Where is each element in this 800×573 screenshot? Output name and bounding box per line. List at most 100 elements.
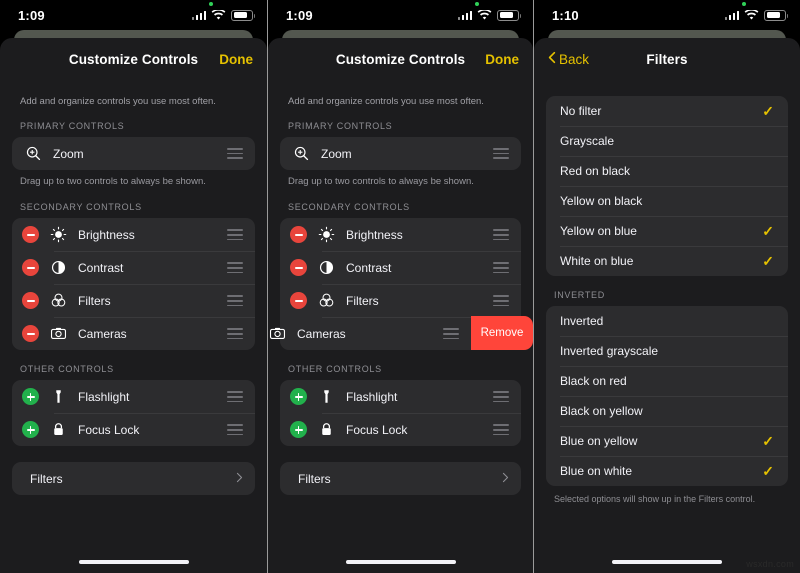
primary-hint-text: Drag up to two controls to always be sho… [288, 176, 474, 187]
control-row-contrast[interactable]: Contrast [12, 251, 255, 284]
filter-row-blue-on-white[interactable]: Blue on white ✓ [546, 456, 788, 486]
control-row-flashlight[interactable]: Flashlight [280, 380, 521, 413]
battery-icon [231, 9, 255, 21]
done-button[interactable]: Done [219, 52, 253, 67]
checkmark-icon: ✓ [762, 253, 774, 269]
add-button[interactable] [22, 388, 39, 406]
filter-label: No filter [560, 104, 602, 118]
home-indicator [612, 560, 722, 564]
swipe-remove-button[interactable]: Remove [471, 316, 533, 351]
drag-handle-icon[interactable] [227, 328, 243, 340]
primary-controls-card: Zoom [280, 137, 521, 170]
drag-handle-icon[interactable] [493, 424, 509, 436]
control-row-flashlight[interactable]: Flashlight [12, 380, 255, 413]
filters-link-row[interactable]: Filters [12, 462, 255, 495]
lock-icon [317, 420, 336, 439]
section-header-other: OTHER CONTROLS [288, 364, 382, 375]
back-button[interactable]: Back [548, 51, 589, 67]
control-label: Cameras [78, 326, 127, 341]
drag-handle-icon[interactable] [227, 391, 243, 403]
drag-handle-icon[interactable] [493, 262, 509, 274]
filter-row-grayscale[interactable]: Grayscale [546, 126, 788, 156]
drag-handle-icon[interactable] [493, 295, 509, 307]
add-button[interactable] [290, 388, 307, 406]
modal-sheet: Customize Controls Done Add and organize… [0, 38, 267, 573]
intro-text: Add and organize controls you use most o… [288, 96, 484, 107]
drag-handle-icon[interactable] [227, 229, 243, 241]
screenshot-stage: 1:09 Customize Controls Done Add and org… [0, 0, 800, 573]
control-label: Focus Lock [346, 422, 408, 437]
filters-link-row[interactable]: Filters [280, 462, 521, 495]
filter-label: Blue on white [560, 464, 633, 478]
control-row-filters[interactable]: Filters [280, 284, 521, 317]
drag-handle-icon[interactable] [493, 229, 509, 241]
control-label: Zoom [53, 146, 84, 161]
filters-caption: Selected options will show up in the Fil… [554, 494, 756, 504]
control-row-zoom[interactable]: Zoom [280, 137, 521, 170]
content-scroll[interactable]: Add and organize controls you use most o… [268, 80, 533, 573]
status-time: 1:09 [18, 7, 45, 23]
filter-row-no-filter[interactable]: No filter ✓ [546, 96, 788, 126]
control-label: Contrast [346, 260, 392, 275]
drag-handle-icon[interactable] [227, 262, 243, 274]
drag-handle-icon[interactable] [227, 424, 243, 436]
back-button-label: Back [559, 51, 590, 67]
drag-handle-icon[interactable] [493, 391, 509, 403]
control-row-filters[interactable]: Filters [12, 284, 255, 317]
control-row-contrast[interactable]: Contrast [280, 251, 521, 284]
filter-row-red-on-black[interactable]: Red on black [546, 156, 788, 186]
control-row-cameras[interactable]: Cameras [12, 317, 255, 350]
remove-button[interactable] [22, 259, 39, 277]
content-scroll[interactable]: No filter ✓ Grayscale Red on black Yello… [534, 80, 800, 573]
filter-row-inverted-grayscale[interactable]: Inverted grayscale [546, 336, 788, 366]
filter-row-white-on-blue[interactable]: White on blue ✓ [546, 246, 788, 276]
intro-text: Add and organize controls you use most o… [20, 96, 216, 107]
control-row-cameras-swiped[interactable]: Cameras Remove [269, 316, 533, 351]
drag-handle-icon[interactable] [227, 295, 243, 307]
primary-hint-text: Drag up to two controls to always be sho… [20, 176, 206, 187]
control-label: Zoom [321, 146, 352, 161]
watermark: wsxdn.com [746, 559, 794, 569]
drag-handle-icon[interactable] [493, 148, 509, 159]
filter-row-yellow-on-blue[interactable]: Yellow on blue ✓ [546, 216, 788, 246]
zoom-in-icon [292, 144, 311, 163]
drag-handle-icon[interactable] [443, 328, 459, 340]
control-row-focus-lock[interactable]: Focus Lock [12, 413, 255, 446]
control-row-zoom[interactable]: Zoom [12, 137, 255, 170]
filters-link-card: Filters [12, 462, 255, 496]
chevron-right-icon [502, 472, 509, 485]
control-row-brightness[interactable]: Brightness [280, 218, 521, 251]
add-button[interactable] [290, 421, 307, 439]
filter-row-black-on-red[interactable]: Black on red [546, 366, 788, 396]
filter-label: Black on red [560, 374, 627, 388]
wifi-icon [211, 9, 226, 21]
remove-button[interactable] [22, 325, 39, 343]
brightness-icon [49, 225, 68, 244]
filter-group-standard: No filter ✓ Grayscale Red on black Yello… [546, 96, 788, 276]
remove-button[interactable] [22, 226, 39, 244]
control-label: Focus Lock [78, 422, 140, 437]
section-header-other: OTHER CONTROLS [20, 364, 114, 375]
filter-label: Black on yellow [560, 404, 643, 418]
nav-bar: Customize Controls Done [268, 38, 533, 80]
remove-button[interactable] [290, 292, 307, 310]
drag-handle-icon[interactable] [227, 148, 243, 159]
modal-sheet: Customize Controls Done Add and organize… [268, 38, 533, 573]
filter-row-yellow-on-black[interactable]: Yellow on black [546, 186, 788, 216]
remove-button[interactable] [22, 292, 39, 310]
remove-button[interactable] [290, 226, 307, 244]
filter-label: Red on black [560, 164, 631, 178]
done-button[interactable]: Done [485, 52, 519, 67]
content-scroll[interactable]: Add and organize controls you use most o… [0, 80, 267, 573]
nav-bar: Customize Controls Done [0, 38, 267, 80]
remove-button[interactable] [290, 259, 307, 277]
filters-link-label: Filters [30, 471, 63, 486]
filter-row-blue-on-yellow[interactable]: Blue on yellow ✓ [546, 426, 788, 456]
control-row-brightness[interactable]: Brightness [12, 218, 255, 251]
filter-row-black-on-yellow[interactable]: Black on yellow [546, 396, 788, 426]
add-button[interactable] [22, 421, 39, 439]
filter-row-inverted[interactable]: Inverted [546, 306, 788, 336]
control-row-focus-lock[interactable]: Focus Lock [280, 413, 521, 446]
filter-label: White on blue [560, 254, 634, 268]
control-label: Contrast [78, 260, 124, 275]
